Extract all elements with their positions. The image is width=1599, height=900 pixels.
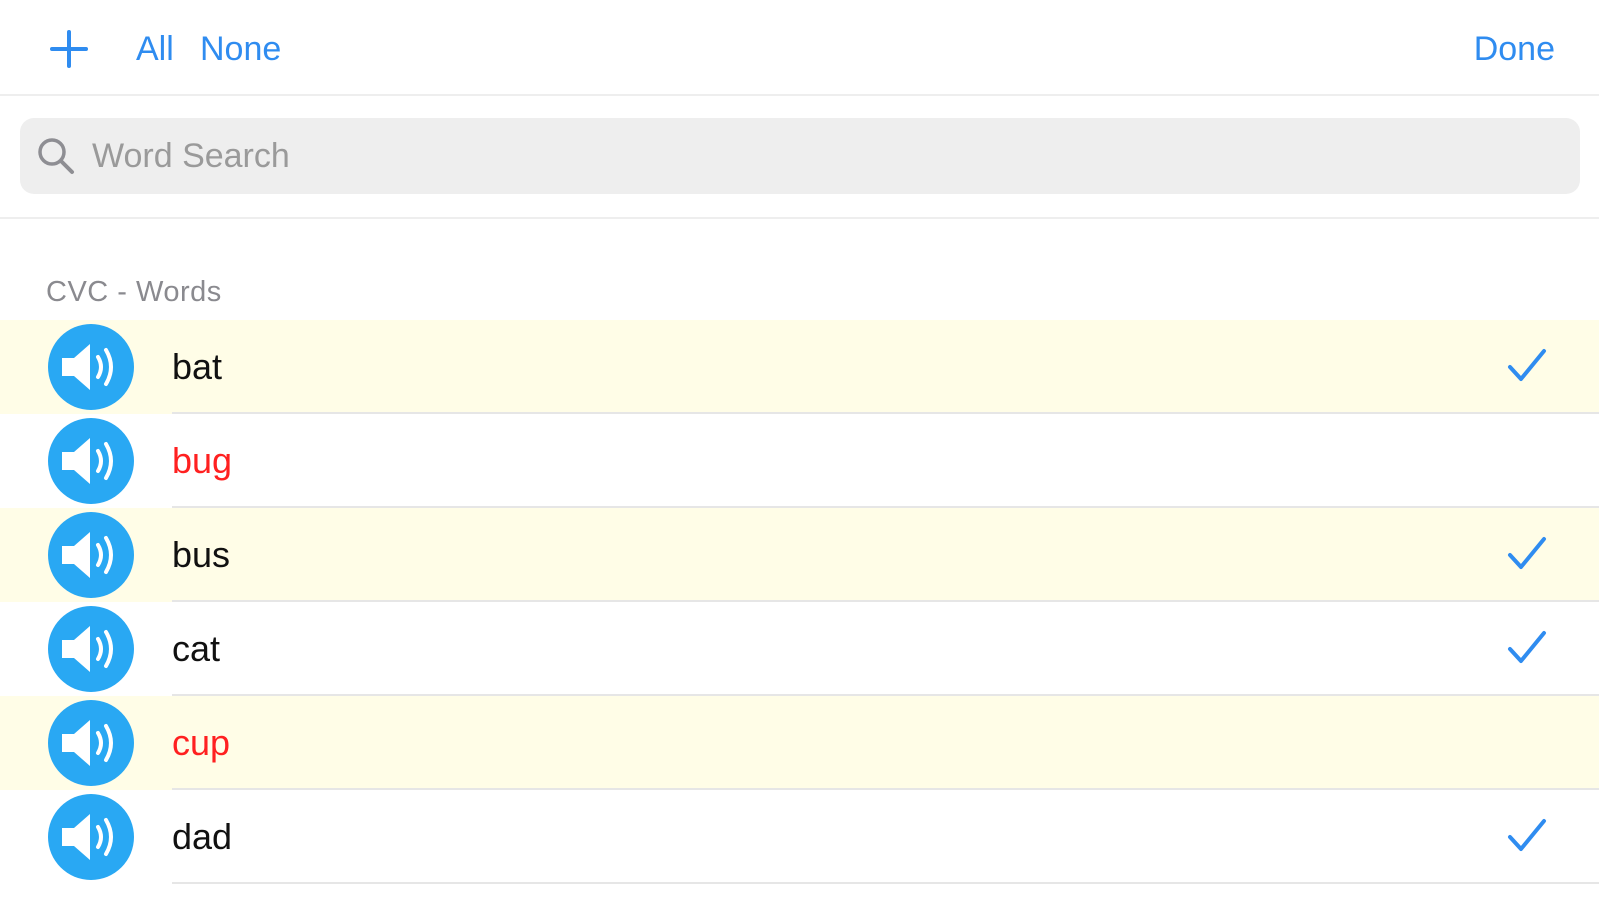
word-label: cup [172,722,231,763]
word-row[interactable]: bat [0,320,1599,414]
speaker-icon[interactable] [48,700,134,786]
speaker-icon[interactable] [48,324,134,410]
search-field[interactable] [20,118,1580,194]
checkmark-icon[interactable] [1507,630,1547,666]
checkmark-icon[interactable] [1507,818,1547,854]
checkmark-icon[interactable] [1507,348,1547,384]
done-button[interactable]: Done [1474,28,1555,70]
word-label: bus [172,534,231,575]
speaker-icon[interactable] [48,794,134,880]
toolbar: All None Done [0,0,1599,96]
word-label: dad [172,816,233,857]
speaker-icon[interactable] [48,606,134,692]
word-list-screen: All None Done CVC - Words bat bug bus cat cu… [0,0,1599,900]
word-row[interactable]: bus [0,508,1599,602]
search-icon [38,138,74,174]
word-row[interactable]: dad [0,790,1599,884]
speaker-icon[interactable] [48,418,134,504]
search-input[interactable] [84,118,1564,194]
word-row[interactable]: cup [0,696,1599,790]
section-header: CVC - Words [46,276,222,308]
word-label: bug [172,440,233,481]
row-separator [172,882,1599,884]
word-label: cat [172,628,221,669]
word-row[interactable]: cat [0,602,1599,696]
select-all-button[interactable]: All [136,28,174,70]
word-row[interactable]: bug [0,414,1599,508]
add-word-button[interactable] [48,28,90,70]
select-none-button[interactable]: None [200,28,281,70]
speaker-icon[interactable] [48,512,134,598]
word-list: bat bug bus cat cup dad [0,320,1599,884]
search-bar-container [0,96,1599,219]
checkmark-icon[interactable] [1507,536,1547,572]
word-label: bat [172,346,223,387]
